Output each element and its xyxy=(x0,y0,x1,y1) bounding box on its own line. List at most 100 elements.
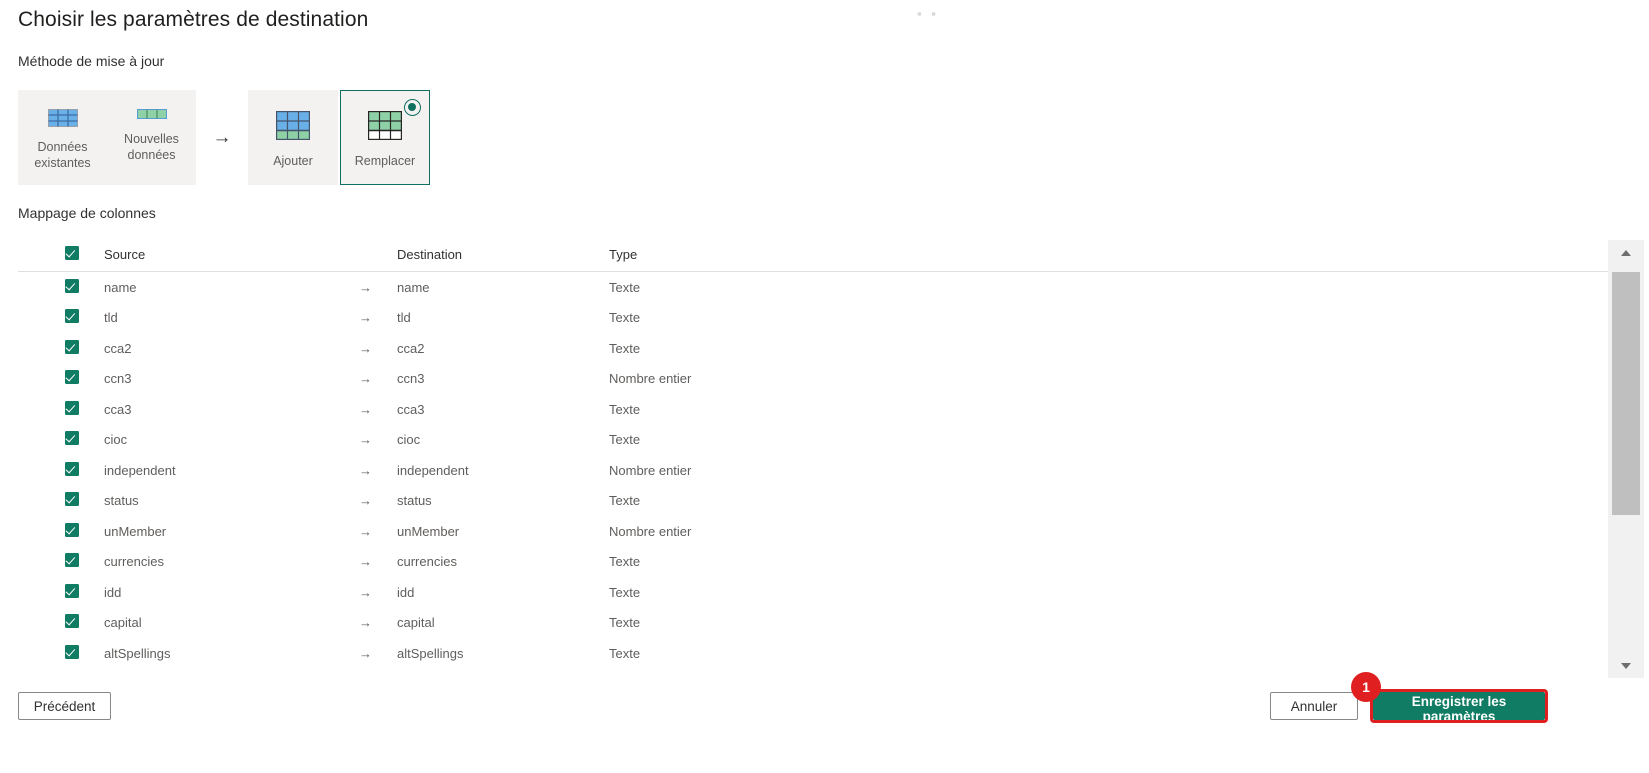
row-checkbox[interactable] xyxy=(65,522,79,537)
row-source: name xyxy=(104,279,137,295)
header-destination: Destination xyxy=(397,238,609,272)
chevron-up-icon xyxy=(1621,249,1631,256)
row-type[interactable]: Texte xyxy=(609,608,1608,639)
row-arrow-icon: → xyxy=(359,615,372,631)
step-badge-1: 1 xyxy=(1351,672,1381,702)
row-type[interactable]: Nombre entier xyxy=(609,364,1608,395)
row-destination[interactable]: capital xyxy=(397,608,609,639)
row-type[interactable]: Texte xyxy=(609,303,1608,334)
row-destination[interactable]: idd xyxy=(397,577,609,608)
row-checkbox[interactable] xyxy=(65,339,79,354)
row-source: unMember xyxy=(104,523,167,539)
row-checkbox-cell xyxy=(18,516,104,547)
row-type[interactable]: Nombre entier xyxy=(609,455,1608,486)
row-checkbox-cell xyxy=(18,303,104,334)
replace-table-icon xyxy=(368,110,402,140)
option-append[interactable]: Ajouter xyxy=(248,90,338,185)
table-row: currencies → currencies Texte xyxy=(18,547,1608,578)
row-destination[interactable]: status xyxy=(397,486,609,517)
row-source: idd xyxy=(104,584,122,600)
row-checkbox[interactable] xyxy=(65,492,79,507)
row-destination[interactable]: cca2 xyxy=(397,333,609,364)
row-source: tld xyxy=(104,310,118,326)
row-source: cioc xyxy=(104,432,128,448)
row-checkbox[interactable] xyxy=(65,309,79,324)
select-all-header xyxy=(18,238,104,272)
row-checkbox-cell xyxy=(18,638,104,669)
row-type[interactable]: Texte xyxy=(609,272,1608,303)
row-checkbox[interactable] xyxy=(65,553,79,568)
row-destination[interactable]: cca3 xyxy=(397,394,609,425)
previous-button[interactable]: Précédent xyxy=(18,692,111,720)
table-scrollbar[interactable] xyxy=(1608,240,1644,678)
row-destination[interactable]: cioc xyxy=(397,425,609,456)
row-type[interactable]: Texte xyxy=(609,547,1608,578)
table-header-row: Source Destination Type xyxy=(18,238,1608,272)
row-destination[interactable]: independent xyxy=(397,455,609,486)
source-new-data-label: Nouvelles données xyxy=(124,132,179,162)
scroll-down-button[interactable] xyxy=(1608,653,1644,678)
row-arrow-icon: → xyxy=(359,645,372,661)
header-arrow-spacer xyxy=(359,238,397,272)
table-blue-grid-icon xyxy=(47,109,78,127)
chevron-down-icon xyxy=(1621,662,1631,669)
row-destination[interactable]: unMember xyxy=(397,516,609,547)
row-type[interactable]: Texte xyxy=(609,577,1608,608)
table-row: cca3 → cca3 Texte xyxy=(18,394,1608,425)
table-body: name → name Texte tld → tld Texte cca2 → cca2 Texte… xyxy=(18,272,1608,669)
row-type[interactable]: Texte xyxy=(609,638,1608,669)
row-checkbox[interactable] xyxy=(65,614,79,629)
source-existing-data-label: Données existantes xyxy=(34,140,91,170)
row-source: capital xyxy=(104,615,142,631)
row-type[interactable]: Nombre entier xyxy=(609,516,1608,547)
row-arrow-icon: → xyxy=(359,310,372,326)
row-checkbox-cell xyxy=(18,394,104,425)
row-checkbox[interactable] xyxy=(65,278,79,293)
row-source: ccn3 xyxy=(104,371,132,387)
row-destination[interactable]: ccn3 xyxy=(397,364,609,395)
table-green-row-icon xyxy=(136,109,167,119)
select-all-checkbox[interactable] xyxy=(65,246,79,260)
table-row: independent → independent Nombre entier xyxy=(18,455,1608,486)
row-checkbox-cell xyxy=(18,486,104,517)
cancel-button[interactable]: Annuler xyxy=(1270,692,1358,720)
row-source: status xyxy=(104,493,139,509)
row-checkbox-cell xyxy=(18,364,104,395)
option-replace-label: Remplacer xyxy=(354,153,416,168)
column-mapping-table-wrap: Source Destination Type name → name Texte tl… xyxy=(18,238,1608,668)
row-destination[interactable]: currencies xyxy=(397,547,609,578)
row-checkbox-cell xyxy=(18,272,104,303)
row-destination[interactable]: tld xyxy=(397,303,609,334)
row-checkbox[interactable] xyxy=(65,461,79,476)
source-existing-data: Données existantes xyxy=(18,109,107,171)
radio-selected-icon[interactable] xyxy=(404,99,421,116)
row-type[interactable]: Texte xyxy=(609,394,1608,425)
row-type[interactable]: Texte xyxy=(609,486,1608,517)
row-checkbox[interactable] xyxy=(65,644,79,659)
row-arrow-icon: → xyxy=(359,401,372,417)
row-checkbox[interactable] xyxy=(65,400,79,415)
row-destination[interactable]: name xyxy=(397,272,609,303)
row-arrow-icon: → xyxy=(359,584,372,600)
row-checkbox[interactable] xyxy=(65,583,79,598)
table-row: capital → capital Texte xyxy=(18,608,1608,639)
scroll-up-button[interactable] xyxy=(1608,240,1644,265)
table-row: ccn3 → ccn3 Nombre entier xyxy=(18,364,1608,395)
scrollbar-thumb[interactable] xyxy=(1612,272,1640,515)
row-type[interactable]: Texte xyxy=(609,425,1608,456)
column-mapping-table: Source Destination Type name → name Texte tl… xyxy=(18,238,1608,669)
row-checkbox[interactable] xyxy=(65,370,79,385)
row-arrow-icon: → xyxy=(359,371,372,387)
page-title: Choisir les paramètres de destination xyxy=(18,8,369,31)
save-settings-button[interactable]: Enregistrer les paramètres xyxy=(1373,692,1545,724)
source-data-panel: Données existantes Nouvelles données xyxy=(18,90,196,185)
row-destination[interactable]: altSpellings xyxy=(397,638,609,669)
row-checkbox[interactable] xyxy=(65,431,79,446)
row-type[interactable]: Texte xyxy=(609,333,1608,364)
row-arrow-icon: → xyxy=(359,523,372,539)
option-replace[interactable]: Remplacer xyxy=(340,90,430,185)
row-arrow-icon: → xyxy=(359,554,372,570)
row-source: altSpellings xyxy=(104,645,171,661)
table-row: unMember → unMember Nombre entier xyxy=(18,516,1608,547)
table-row: name → name Texte xyxy=(18,272,1608,303)
